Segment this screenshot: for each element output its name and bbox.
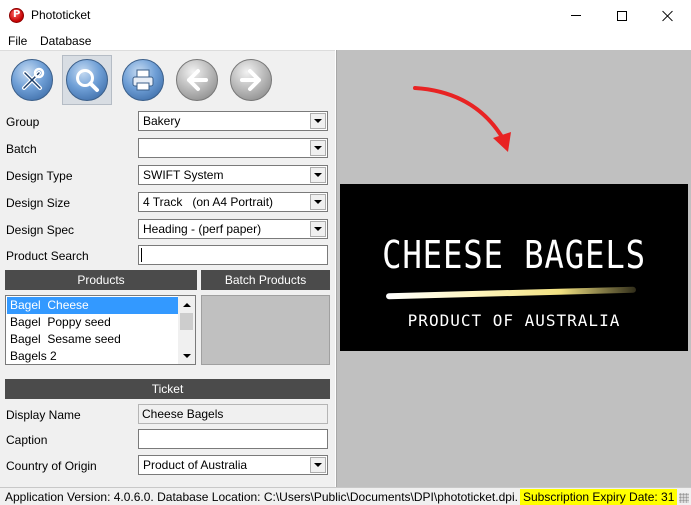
status-info: Application Version: 4.0.6.0. Database L…	[5, 490, 518, 504]
minimize-icon	[571, 15, 581, 16]
annotation-arrow-icon	[413, 86, 511, 152]
display-name-value: Cheese Bagels	[142, 407, 224, 421]
list-item-bagels-2[interactable]: Bagels 2	[7, 348, 179, 364]
status-bar: Application Version: 4.0.6.0. Database L…	[0, 487, 691, 505]
title-bar: Phototicket	[0, 0, 691, 31]
chevron-down-icon	[314, 463, 322, 467]
batch-products-list[interactable]	[201, 295, 330, 365]
menu-file[interactable]: File	[8, 34, 27, 48]
minimize-button[interactable]	[553, 0, 599, 31]
country-of-origin-value: Product of Australia	[143, 458, 248, 472]
group-value: Bakery	[143, 114, 181, 128]
country-of-origin-select[interactable]: Product of Australia	[138, 455, 328, 475]
dropdown-button[interactable]	[310, 113, 326, 129]
text-caret	[141, 248, 142, 262]
preview-subtitle: PRODUCT OF AUSTRALIA	[407, 311, 621, 330]
products-scrollbar[interactable]	[178, 296, 195, 364]
design-size-value: 4 Track (on A4 Portrait)	[143, 195, 274, 209]
arrow-left-icon	[176, 59, 218, 101]
decorative-brush-stroke	[385, 286, 637, 300]
arrow-right-icon	[230, 59, 272, 101]
chevron-down-icon	[314, 227, 322, 231]
tools-button[interactable]	[7, 55, 57, 105]
design-spec-value: Heading - (perf paper)	[143, 222, 262, 236]
list-item-bagel-poppy-seed[interactable]: Bagel Poppy seed	[7, 314, 179, 331]
chevron-down-icon	[314, 146, 322, 150]
dropdown-button[interactable]	[310, 140, 326, 156]
printer-icon	[122, 59, 164, 101]
design-size-label: Design Size	[6, 196, 71, 210]
display-name-field[interactable]: Cheese Bagels	[138, 404, 328, 424]
design-type-value: SWIFT System	[143, 168, 224, 182]
caption-label: Caption	[6, 433, 48, 447]
chevron-down-icon	[314, 173, 322, 177]
batch-label: Batch	[6, 142, 37, 156]
design-spec-select[interactable]: Heading - (perf paper)	[138, 219, 328, 239]
preview-panel: CHEESE BAGELS PRODUCT OF AUSTRALIA	[336, 50, 691, 487]
design-type-label: Design Type	[6, 169, 73, 183]
dropdown-button[interactable]	[310, 457, 326, 473]
display-name-label: Display Name	[6, 408, 81, 422]
maximize-button[interactable]	[599, 0, 645, 31]
dropdown-button[interactable]	[310, 167, 326, 183]
search-icon	[66, 59, 108, 101]
print-button[interactable]	[118, 55, 168, 105]
batch-select[interactable]	[138, 138, 328, 158]
caption-input[interactable]	[138, 429, 328, 449]
window-title: Phototicket	[31, 8, 91, 22]
ticket-preview: CHEESE BAGELS PRODUCT OF AUSTRALIA	[340, 184, 688, 351]
product-search-label: Product Search	[6, 249, 89, 263]
scroll-down-button[interactable]	[178, 347, 195, 364]
design-type-select[interactable]: SWIFT System	[138, 165, 328, 185]
list-item-bagel-sesame-seed[interactable]: Bagel Sesame seed	[7, 331, 179, 348]
chevron-up-icon	[182, 302, 191, 307]
chevron-down-icon	[314, 119, 322, 123]
design-size-select[interactable]: 4 Track (on A4 Portrait)	[138, 192, 328, 212]
menu-database[interactable]: Database	[40, 34, 91, 48]
chevron-down-icon	[182, 353, 191, 358]
design-spec-label: Design Spec	[6, 223, 75, 237]
subscription-expiry: Subscription Expiry Date: 31	[520, 489, 678, 505]
menu-bar: File Database	[0, 31, 691, 50]
search-button[interactable]	[62, 55, 112, 105]
group-label: Group	[6, 115, 40, 129]
forward-button[interactable]	[226, 55, 276, 105]
dropdown-button[interactable]	[310, 221, 326, 237]
scroll-thumb[interactable]	[180, 313, 193, 330]
scroll-up-button[interactable]	[178, 296, 195, 313]
resize-grip-icon[interactable]	[679, 493, 689, 503]
app-icon	[9, 8, 24, 23]
ticket-header: Ticket	[5, 379, 330, 399]
left-panel: Group Bakery Batch Design Type SWIFT Sys…	[0, 50, 335, 487]
close-button[interactable]	[645, 0, 691, 31]
products-list[interactable]: Bagel Cheese Bagel Poppy seed Bagel Sesa…	[5, 295, 196, 365]
country-of-origin-label: Country of Origin	[6, 459, 97, 473]
preview-title: CHEESE BAGELS	[382, 233, 646, 277]
group-select[interactable]: Bakery	[138, 111, 328, 131]
batch-products-header: Batch Products	[201, 270, 330, 290]
maximize-icon	[617, 10, 627, 21]
back-button[interactable]	[172, 55, 222, 105]
list-item-bagel-cheese[interactable]: Bagel Cheese	[7, 297, 179, 314]
dropdown-button[interactable]	[310, 194, 326, 210]
products-header: Products	[5, 270, 197, 290]
product-search-input[interactable]	[138, 245, 328, 265]
chevron-down-icon	[314, 200, 322, 204]
close-icon	[662, 10, 674, 22]
tools-icon	[11, 59, 53, 101]
